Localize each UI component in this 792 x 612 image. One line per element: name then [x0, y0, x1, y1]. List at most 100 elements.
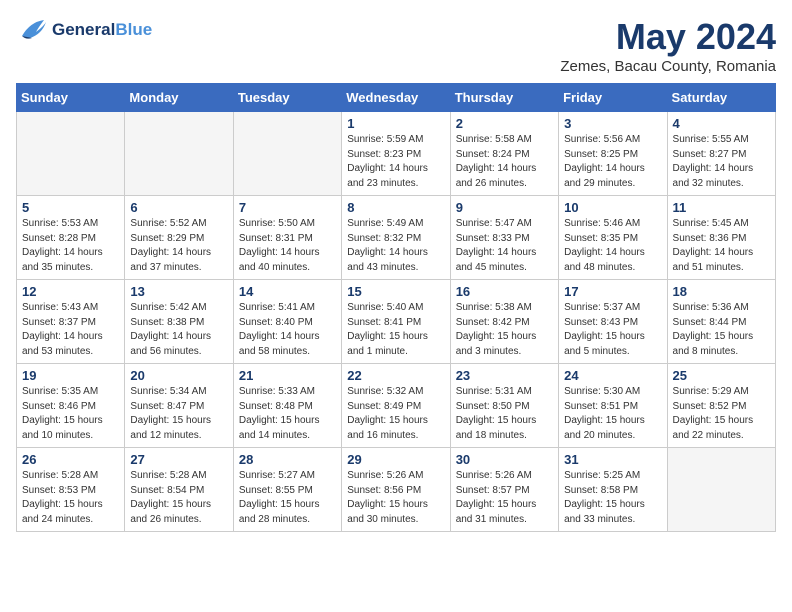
day-number: 1	[347, 116, 444, 131]
calendar-cell: 2 Sunrise: 5:58 AM Sunset: 8:24 PM Daylig…	[450, 112, 558, 196]
logo: GeneralBlue	[16, 16, 152, 44]
calendar-cell	[667, 448, 775, 532]
day-info: Sunrise: 5:49 AM Sunset: 8:32 PM Dayligh…	[347, 217, 444, 275]
calendar-cell: 19Sunrise: 5:35 AM Sunset: 8:46 PM Dayli…	[17, 364, 125, 448]
day-info: Sunrise: 5:35 AM Sunset: 8:46 PM Dayligh…	[22, 385, 119, 443]
page-header: GeneralBlue May 2024 Zemes, Bacau County…	[16, 16, 776, 75]
calendar-cell: 14Sunrise: 5:41 AM Sunset: 8:40 PM Dayli…	[233, 280, 341, 364]
day-number: 10	[564, 200, 661, 215]
day-info: Sunrise: 5:37 AM Sunset: 8:43 PM Dayligh…	[564, 301, 661, 359]
calendar-cell: 13 Sunrise: 5:42 AM Sunset: 8:38 PM Dayli…	[125, 280, 233, 364]
calendar-cell: 24 Sunrise: 5:30 AM Sunset: 8:51 PM Dayli…	[559, 364, 667, 448]
calendar-cell: 21Sunrise: 5:33 AM Sunset: 8:48 PM Dayli…	[233, 364, 341, 448]
day-info: Sunrise: 5:28 AM Sunset: 8:53 PM Dayligh…	[22, 469, 119, 527]
day-info: Sunrise: 5:53 AM Sunset: 8:28 PM Dayligh…	[22, 217, 119, 275]
day-number: 2	[456, 116, 553, 131]
day-number: 25	[673, 368, 770, 383]
day-number: 22	[347, 368, 444, 383]
header-thursday: Thursday	[450, 84, 558, 112]
day-info: Sunrise: 5:59 AM Sunset: 8:23 PM Dayligh…	[347, 133, 444, 191]
calendar-cell: 23Sunrise: 5:31 AM Sunset: 8:50 PM Dayli…	[450, 364, 558, 448]
day-info: Sunrise: 5:55 AM Sunset: 8:27 PM Dayligh…	[673, 133, 770, 191]
day-number: 28	[239, 452, 336, 467]
month-title: May 2024	[560, 16, 776, 58]
day-info: Sunrise: 5:25 AM Sunset: 8:58 PM Dayligh…	[564, 469, 661, 527]
logo-icon	[16, 16, 48, 44]
calendar-cell: 9 Sunrise: 5:47 AM Sunset: 8:33 PM Daylig…	[450, 196, 558, 280]
day-number: 6	[130, 200, 227, 215]
calendar-cell: 20 Sunrise: 5:34 AM Sunset: 8:47 PM Dayli…	[125, 364, 233, 448]
day-info: Sunrise: 5:58 AM Sunset: 8:24 PM Dayligh…	[456, 133, 553, 191]
day-info: Sunrise: 5:52 AM Sunset: 8:29 PM Dayligh…	[130, 217, 227, 275]
header-sunday: Sunday	[17, 84, 125, 112]
day-number: 29	[347, 452, 444, 467]
calendar-cell: 7 Sunrise: 5:50 AM Sunset: 8:31 PM Daylig…	[233, 196, 341, 280]
calendar-cell: 22 Sunrise: 5:32 AM Sunset: 8:49 PM Dayli…	[342, 364, 450, 448]
calendar-week-row: 26 Sunrise: 5:28 AM Sunset: 8:53 PM Dayli…	[17, 448, 776, 532]
calendar-week-row: 5 Sunrise: 5:53 AM Sunset: 8:28 PM Daylig…	[17, 196, 776, 280]
calendar-cell: 30Sunrise: 5:26 AM Sunset: 8:57 PM Dayli…	[450, 448, 558, 532]
header-saturday: Saturday	[667, 84, 775, 112]
logo-text: GeneralBlue	[52, 20, 152, 40]
calendar-cell: 16 Sunrise: 5:38 AM Sunset: 8:42 PM Dayli…	[450, 280, 558, 364]
calendar-cell: 6 Sunrise: 5:52 AM Sunset: 8:29 PM Daylig…	[125, 196, 233, 280]
day-number: 31	[564, 452, 661, 467]
day-number: 23	[456, 368, 553, 383]
calendar-cell: 27Sunrise: 5:28 AM Sunset: 8:54 PM Dayli…	[125, 448, 233, 532]
calendar-cell	[125, 112, 233, 196]
day-number: 30	[456, 452, 553, 467]
day-number: 9	[456, 200, 553, 215]
day-number: 20	[130, 368, 227, 383]
day-info: Sunrise: 5:29 AM Sunset: 8:52 PM Dayligh…	[673, 385, 770, 443]
calendar-week-row: 12Sunrise: 5:43 AM Sunset: 8:37 PM Dayli…	[17, 280, 776, 364]
day-info: Sunrise: 5:43 AM Sunset: 8:37 PM Dayligh…	[22, 301, 119, 359]
day-info: Sunrise: 5:30 AM Sunset: 8:51 PM Dayligh…	[564, 385, 661, 443]
calendar-cell: 4Sunrise: 5:55 AM Sunset: 8:27 PM Daylig…	[667, 112, 775, 196]
day-number: 3	[564, 116, 661, 131]
day-info: Sunrise: 5:46 AM Sunset: 8:35 PM Dayligh…	[564, 217, 661, 275]
day-number: 18	[673, 284, 770, 299]
day-info: Sunrise: 5:38 AM Sunset: 8:42 PM Dayligh…	[456, 301, 553, 359]
day-number: 5	[22, 200, 119, 215]
calendar-cell: 28Sunrise: 5:27 AM Sunset: 8:55 PM Dayli…	[233, 448, 341, 532]
day-info: Sunrise: 5:50 AM Sunset: 8:31 PM Dayligh…	[239, 217, 336, 275]
calendar-cell: 11 Sunrise: 5:45 AM Sunset: 8:36 PM Dayli…	[667, 196, 775, 280]
day-info: Sunrise: 5:32 AM Sunset: 8:49 PM Dayligh…	[347, 385, 444, 443]
calendar-cell: 15Sunrise: 5:40 AM Sunset: 8:41 PM Dayli…	[342, 280, 450, 364]
location-subtitle: Zemes, Bacau County, Romania	[560, 58, 776, 75]
day-info: Sunrise: 5:56 AM Sunset: 8:25 PM Dayligh…	[564, 133, 661, 191]
day-number: 24	[564, 368, 661, 383]
day-number: 27	[130, 452, 227, 467]
day-info: Sunrise: 5:26 AM Sunset: 8:56 PM Dayligh…	[347, 469, 444, 527]
calendar-cell: 1 Sunrise: 5:59 AM Sunset: 8:23 PM Daylig…	[342, 112, 450, 196]
calendar-table: SundayMondayTuesdayWednesdayThursdayFrid…	[16, 83, 776, 532]
day-info: Sunrise: 5:36 AM Sunset: 8:44 PM Dayligh…	[673, 301, 770, 359]
day-number: 13	[130, 284, 227, 299]
day-info: Sunrise: 5:45 AM Sunset: 8:36 PM Dayligh…	[673, 217, 770, 275]
day-info: Sunrise: 5:34 AM Sunset: 8:47 PM Dayligh…	[130, 385, 227, 443]
day-info: Sunrise: 5:40 AM Sunset: 8:41 PM Dayligh…	[347, 301, 444, 359]
calendar-cell: 26 Sunrise: 5:28 AM Sunset: 8:53 PM Dayli…	[17, 448, 125, 532]
header-friday: Friday	[559, 84, 667, 112]
day-number: 11	[673, 200, 770, 215]
calendar-header-row: SundayMondayTuesdayWednesdayThursdayFrid…	[17, 84, 776, 112]
calendar-cell	[233, 112, 341, 196]
calendar-cell: 12Sunrise: 5:43 AM Sunset: 8:37 PM Dayli…	[17, 280, 125, 364]
calendar-week-row: 1 Sunrise: 5:59 AM Sunset: 8:23 PM Daylig…	[17, 112, 776, 196]
day-info: Sunrise: 5:47 AM Sunset: 8:33 PM Dayligh…	[456, 217, 553, 275]
day-number: 21	[239, 368, 336, 383]
calendar-cell: 8Sunrise: 5:49 AM Sunset: 8:32 PM Daylig…	[342, 196, 450, 280]
calendar-cell: 18 Sunrise: 5:36 AM Sunset: 8:44 PM Dayli…	[667, 280, 775, 364]
day-info: Sunrise: 5:41 AM Sunset: 8:40 PM Dayligh…	[239, 301, 336, 359]
calendar-cell: 25 Sunrise: 5:29 AM Sunset: 8:52 PM Dayli…	[667, 364, 775, 448]
calendar-cell: 5 Sunrise: 5:53 AM Sunset: 8:28 PM Daylig…	[17, 196, 125, 280]
day-info: Sunrise: 5:42 AM Sunset: 8:38 PM Dayligh…	[130, 301, 227, 359]
calendar-cell	[17, 112, 125, 196]
calendar-cell: 17 Sunrise: 5:37 AM Sunset: 8:43 PM Dayli…	[559, 280, 667, 364]
day-number: 7	[239, 200, 336, 215]
day-number: 16	[456, 284, 553, 299]
header-monday: Monday	[125, 84, 233, 112]
day-number: 26	[22, 452, 119, 467]
day-number: 17	[564, 284, 661, 299]
calendar-cell: 31 Sunrise: 5:25 AM Sunset: 8:58 PM Dayli…	[559, 448, 667, 532]
